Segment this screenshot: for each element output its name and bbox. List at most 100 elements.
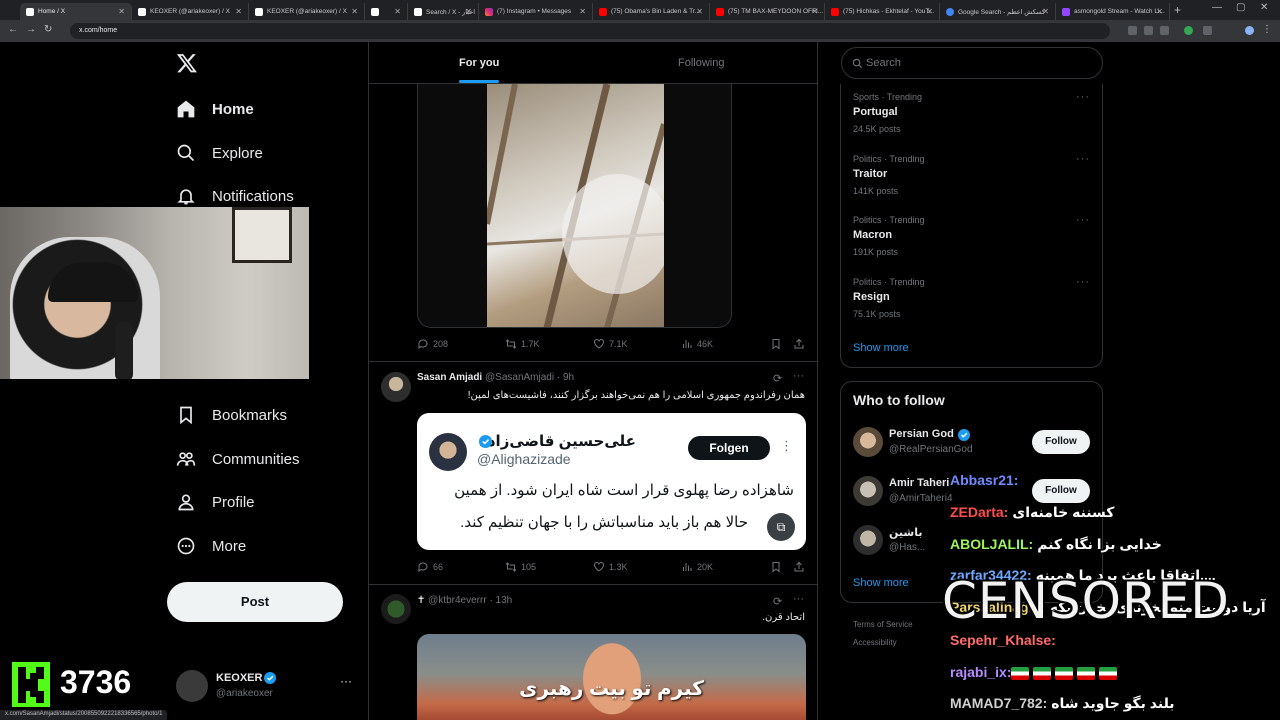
trend-title[interactable]: Traitor (853, 168, 887, 180)
repost-action[interactable]: 1.7K (505, 338, 540, 350)
nav-notifications[interactable]: Notifications (176, 183, 294, 209)
extension-icon-puzzle[interactable] (1203, 26, 1212, 35)
new-tab-button[interactable]: + (1174, 3, 1181, 17)
tab-close-icon[interactable]: ✕ (1156, 7, 1163, 16)
browser-tab[interactable]: KEOXER (@ariakeoxer) / X ✕ (249, 3, 365, 20)
suggested-user-name[interactable]: Amir Taheri (889, 477, 949, 489)
url-input[interactable]: x.com/home (70, 23, 1110, 39)
maximize-button[interactable]: ▢ (1236, 2, 1245, 13)
tweet-more-icon[interactable]: ··· (793, 593, 804, 605)
tab-close-icon[interactable]: ✕ (235, 7, 242, 16)
nav-home[interactable]: Home (176, 96, 254, 122)
reply-action[interactable]: 208 (417, 338, 448, 350)
browser-tab[interactable]: KEOXER (@ariakeoxer) / X ✕ (132, 3, 249, 20)
nav-communities[interactable]: Communities (176, 446, 300, 472)
extension-icon[interactable] (1128, 26, 1137, 35)
account-menu-icon[interactable]: ··· (340, 674, 352, 688)
chat-username[interactable]: ABOLJALIL: (950, 536, 1033, 552)
views-action[interactable]: 20K (681, 561, 713, 573)
extension-icon-green[interactable] (1184, 26, 1193, 35)
tab-close-icon[interactable]: ✕ (465, 7, 472, 16)
forward-icon[interactable]: → (26, 24, 36, 35)
tweet-image-card[interactable]: علی‌حسین قاضی‌زاده @Alighazizade Folgen … (417, 413, 806, 550)
chat-username[interactable]: Abbasr21: (950, 472, 1018, 488)
follow-button[interactable]: Follow (1032, 479, 1090, 503)
grok-icon[interactable]: ⟳ (773, 595, 782, 608)
bookmark-action-icon[interactable] (770, 561, 782, 573)
browser-tab[interactable]: Search / X - اخبار ✕ (408, 3, 479, 20)
tab-close-icon[interactable]: ✕ (394, 7, 401, 16)
browser-tab[interactable]: (75) Obama's Bin Laden & Tr... ✕ (593, 3, 710, 20)
like-action[interactable]: 1.3K (593, 561, 628, 573)
nav-more[interactable]: More (176, 533, 246, 559)
trend-more-icon[interactable]: ··· (1076, 214, 1090, 226)
nav-bookmarks[interactable]: Bookmarks (176, 402, 287, 428)
tweet-author-name[interactable]: Sasan Amjadi @SasanAmjadi · 9h (417, 372, 574, 383)
bookmark-star-icon[interactable] (1160, 26, 1169, 35)
tweet-media-image[interactable]: کیرم تو بیت رهبری (417, 634, 806, 720)
trend-more-icon[interactable]: ··· (1076, 91, 1090, 103)
tweet-media-video[interactable] (417, 84, 732, 328)
chat-username[interactable]: Sepehr_Khalse: (950, 632, 1056, 648)
bookmark-action-icon[interactable] (770, 338, 782, 350)
x-logo[interactable] (176, 52, 198, 79)
browser-tab[interactable]: asmongold Stream - Watch Li... ✕ (1056, 3, 1170, 20)
tab-close-icon[interactable]: ✕ (351, 7, 358, 16)
back-icon[interactable]: ← (8, 24, 18, 35)
follow-button[interactable]: Follow (1032, 430, 1090, 454)
footer-terms-link[interactable]: Terms of Service (853, 620, 913, 629)
image-alt-icon[interactable]: ⧉ (767, 513, 795, 541)
browser-menu-icon[interactable]: ⋮ (1262, 24, 1272, 35)
browser-tab[interactable]: Google Search - کسکش اعظم ✕ (940, 3, 1056, 20)
close-window-button[interactable]: ✕ (1260, 2, 1268, 13)
tab-close-icon[interactable]: ✕ (926, 7, 933, 16)
post-button[interactable]: Post (167, 582, 343, 622)
suggested-user-name[interactable]: باشین (889, 526, 922, 539)
tweet-author-name[interactable]: ✝ @ktbr4everrr · 13h (417, 595, 512, 606)
chat-username[interactable]: rajabi_ix: (950, 664, 1011, 680)
trend-title[interactable]: Macron (853, 229, 892, 241)
zoom-icon[interactable] (1144, 26, 1153, 35)
search-input[interactable]: Search (841, 47, 1103, 79)
reply-action[interactable]: 66 (417, 561, 443, 573)
views-action[interactable]: 46K (681, 338, 713, 350)
like-action[interactable]: 7.1K (593, 338, 628, 350)
tweet-more-icon[interactable]: ··· (793, 370, 804, 382)
suggested-user-avatar[interactable] (853, 525, 883, 555)
account-switcher[interactable]: KEOXER @ariakeoxer ··· (176, 670, 356, 706)
browser-tab[interactable]: (7) Instagram • Messages ✕ (479, 3, 593, 20)
repost-action[interactable]: 105 (505, 561, 536, 573)
browser-tab[interactable]: (75) Hichkas - Ekhtelaf - YouT... ✕ (825, 3, 940, 20)
suggested-user-name[interactable]: Persian God (889, 428, 954, 440)
grok-icon[interactable]: ⟳ (773, 372, 782, 385)
browser-tab[interactable]: Home / X ✕ (20, 3, 132, 20)
footer-accessibility-link[interactable]: Accessibility (853, 638, 897, 647)
nav-profile[interactable]: Profile (176, 489, 255, 515)
who-to-follow-show-more[interactable]: Show more (853, 577, 909, 589)
share-icon[interactable] (793, 561, 805, 573)
browser-tab[interactable]: ✕ (365, 3, 408, 20)
tweet-author-avatar[interactable] (381, 372, 411, 402)
reload-icon[interactable]: ↻ (44, 24, 52, 35)
trends-show-more[interactable]: Show more (853, 342, 909, 354)
trend-more-icon[interactable]: ··· (1076, 153, 1090, 165)
tab-close-icon[interactable]: ✕ (696, 7, 703, 16)
nav-explore[interactable]: Explore (176, 140, 263, 166)
share-icon[interactable] (793, 338, 805, 350)
suggested-user-avatar[interactable] (853, 427, 883, 457)
trend-more-icon[interactable]: ··· (1076, 276, 1090, 288)
tab-for-you[interactable]: For you (459, 57, 499, 69)
tab-close-icon[interactable]: ✕ (811, 7, 818, 16)
trend-title[interactable]: Portugal (853, 106, 898, 118)
profile-avatar-icon[interactable] (1245, 26, 1254, 35)
suggested-user-avatar[interactable] (853, 476, 883, 506)
tab-close-icon[interactable]: ✕ (579, 7, 586, 16)
chat-username[interactable]: ZEDarta: (950, 504, 1008, 520)
minimize-button[interactable]: — (1212, 2, 1222, 13)
tweet-author-avatar[interactable] (381, 594, 411, 624)
browser-tab[interactable]: (75) TM BAX-MEYDOON OFFI... ✕ (710, 3, 825, 20)
tab-following[interactable]: Following (678, 57, 724, 69)
tab-close-icon[interactable]: ✕ (1042, 7, 1049, 16)
chat-username[interactable]: MAMAD7_782: (950, 695, 1047, 711)
trend-title[interactable]: Resign (853, 291, 890, 303)
